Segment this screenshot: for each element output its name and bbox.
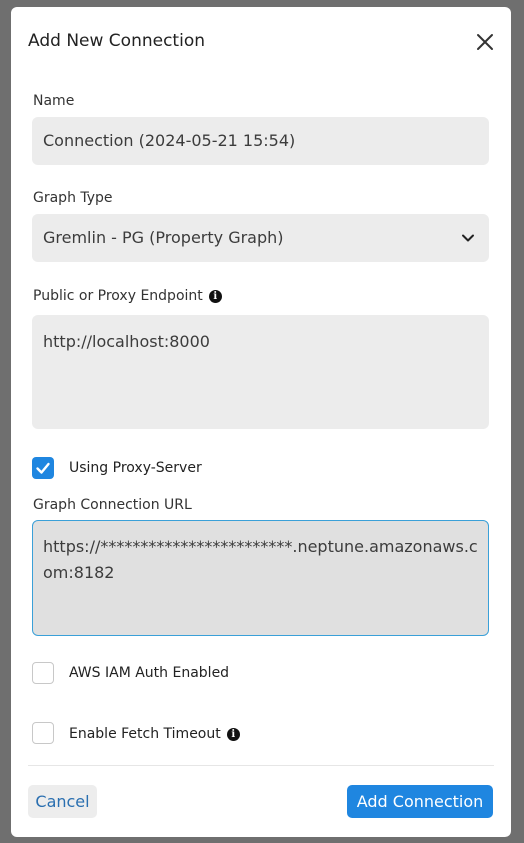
fetch-timeout-label: Enable Fetch Timeout bbox=[69, 726, 221, 742]
name-label: Name bbox=[33, 93, 75, 109]
name-input[interactable]: Connection (2024-05-21 15:54) bbox=[32, 117, 489, 165]
info-icon[interactable]: i bbox=[208, 290, 222, 303]
proxy-checkbox[interactable] bbox=[32, 457, 54, 479]
dialog-title: Add New Connection bbox=[28, 31, 205, 51]
proxy-label: Using Proxy-Server bbox=[69, 460, 202, 476]
iam-auth-checkbox[interactable] bbox=[32, 662, 54, 684]
graph-type-value: Gremlin - PG (Property Graph) bbox=[43, 228, 284, 247]
fetch-timeout-checkbox[interactable] bbox=[32, 722, 54, 744]
endpoint-label-row: Public or Proxy Endpoint i bbox=[33, 288, 222, 304]
chevron-down-icon bbox=[462, 234, 474, 242]
graph-type-label: Graph Type bbox=[33, 190, 113, 206]
add-connection-button[interactable]: Add Connection bbox=[347, 785, 493, 818]
endpoint-label: Public or Proxy Endpoint bbox=[33, 288, 203, 304]
info-icon[interactable]: i bbox=[226, 728, 240, 741]
checkmark-icon bbox=[36, 462, 50, 474]
graph-url-input[interactable]: https://************************.neptune… bbox=[32, 520, 489, 636]
cancel-button[interactable]: Cancel bbox=[28, 785, 97, 818]
close-icon[interactable] bbox=[474, 31, 496, 53]
add-connection-dialog: Add New Connection Name Connection (2024… bbox=[11, 7, 511, 837]
iam-auth-label: AWS IAM Auth Enabled bbox=[69, 665, 230, 681]
graph-type-select[interactable]: Gremlin - PG (Property Graph) bbox=[32, 214, 489, 262]
endpoint-input[interactable]: http://localhost:8000 bbox=[32, 315, 489, 429]
footer-divider bbox=[28, 765, 494, 766]
fetch-timeout-label-row: Enable Fetch Timeout i bbox=[69, 726, 240, 742]
graph-url-label: Graph Connection URL bbox=[33, 497, 192, 513]
